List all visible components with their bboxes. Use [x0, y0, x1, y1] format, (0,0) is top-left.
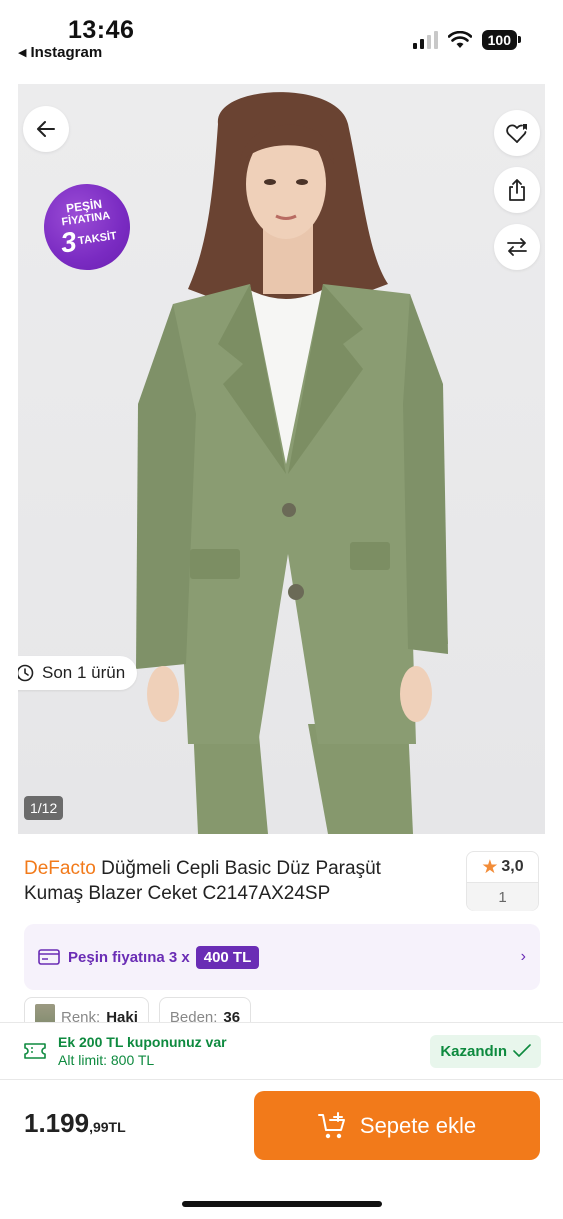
coupon-text: Ek 200 TL kuponunuz var Alt limit: 800 T… [58, 1033, 227, 1069]
image-counter: 1/12 [24, 796, 64, 820]
brand-name[interactable]: DeFacto [24, 858, 96, 879]
cart-plus-icon [317, 1111, 345, 1138]
home-indicator[interactable] [182, 1201, 382, 1207]
price-main: 1.199 [24, 1108, 90, 1138]
coupon-earned-button[interactable]: Kazandın [430, 1034, 541, 1068]
installment-banner[interactable]: Peşin fiyatına 3 x 400 TL › [24, 924, 540, 990]
star-icon: ★ [481, 856, 499, 878]
rating-count: 1 [467, 882, 538, 911]
coupon-main: Ek 200 TL kuponunuz var [58, 1034, 227, 1050]
product-price: 1.199 ,99TL [24, 1108, 126, 1139]
compare-button[interactable] [494, 224, 540, 270]
coupon-action-label: Kazandın [440, 1042, 507, 1060]
cellular-signal-icon [412, 31, 438, 49]
compare-icon [507, 238, 527, 256]
price-decimal: ,99TL [89, 1119, 126, 1135]
back-to-app-link[interactable]: ◀ Instagram [18, 44, 102, 61]
rating-box[interactable]: ★ 3,0 1 [466, 851, 539, 911]
add-to-cart-label: Sepete ekle [359, 1112, 477, 1138]
back-triangle-icon: ◀ [18, 47, 27, 59]
product-title: DeFacto Düğmeli Cepli Basic Düz Paraşüt … [24, 856, 434, 906]
promo-taksit: TAKSİT [77, 229, 118, 247]
status-time: 13:46 [68, 16, 135, 44]
wifi-icon [447, 31, 472, 48]
check-icon [513, 1044, 531, 1057]
coupon-sub: Alt limit: 800 TL [58, 1052, 155, 1068]
installment-amount: 400 TL [195, 945, 260, 969]
coupon-bar[interactable]: Ek 200 TL kuponunuz var Alt limit: 800 T… [0, 1022, 563, 1080]
stock-label: Son 1 ürün [42, 663, 126, 682]
chevron-right-icon: › [520, 948, 526, 965]
add-to-cart-button[interactable]: Sepete ekle [254, 1091, 540, 1160]
back-app-label: Instagram [30, 44, 103, 61]
rating-score-row: ★ 3,0 [467, 852, 538, 882]
status-indicators: 100 [412, 30, 522, 50]
share-button[interactable] [494, 167, 540, 213]
installment-text: Peşin fiyatına 3 x [68, 948, 190, 966]
low-stock-badge: Son 1 ürün [18, 656, 138, 690]
favorite-button[interactable] [494, 110, 540, 156]
status-bar: 13:46 ◀ Instagram 100 [0, 0, 563, 80]
card-icon [38, 949, 60, 965]
heart-plus-icon [506, 124, 527, 143]
back-button[interactable] [23, 106, 69, 152]
back-arrow-icon [37, 121, 55, 137]
product-image-gallery[interactable]: PEŞİN FİYATINA 3 TAKSİT Son 1 ürün 1/12 [18, 84, 545, 834]
fast-clock-icon [18, 664, 34, 682]
ticket-icon [24, 1043, 46, 1059]
share-icon [509, 179, 525, 201]
promo-line3: 3 TAKSİT [58, 222, 119, 259]
rating-value: 3,0 [501, 858, 524, 875]
battery-icon: 100 [481, 30, 522, 50]
promo-number: 3 [58, 225, 79, 259]
